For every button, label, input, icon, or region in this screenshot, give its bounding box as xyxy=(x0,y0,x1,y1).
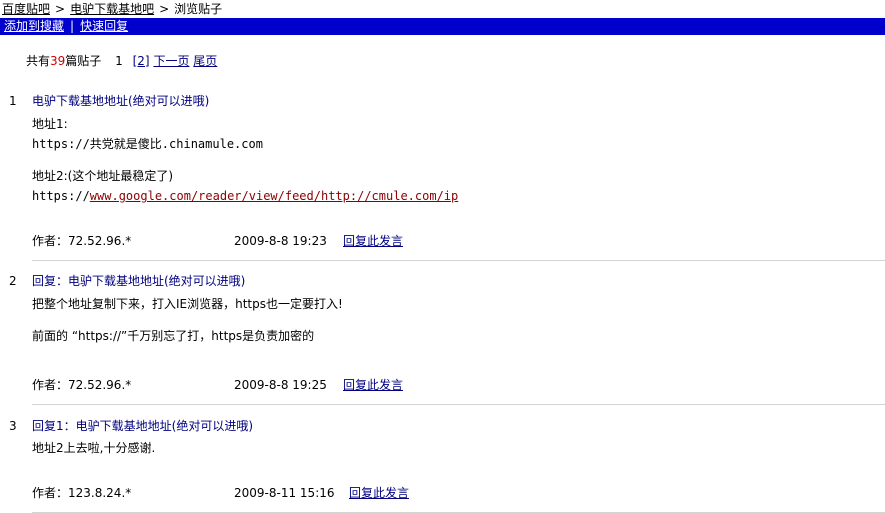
post-date: 2009-8-8 19:25 xyxy=(234,378,327,392)
post-author: 作者：123.8.24.* xyxy=(32,486,132,500)
post-number: 2 xyxy=(9,274,17,288)
post-line: https://共党就是傻比.chinamule.com xyxy=(32,137,263,151)
post-count-suffix: 篇贴子 xyxy=(65,54,102,68)
post-title: 回复：电驴下载基地地址(绝对可以进哦) xyxy=(32,274,246,288)
reply-link[interactable]: 回复此发言 xyxy=(343,377,403,393)
post-divider xyxy=(32,404,885,405)
breadcrumb-link-forum[interactable]: 电驴下载基地吧 xyxy=(70,2,154,16)
toolbar-separator: | xyxy=(70,19,75,33)
post-divider xyxy=(32,260,885,261)
add-bookmark-link[interactable]: 添加到搜藏 xyxy=(4,19,64,33)
post-body: 地址1: https://共党就是傻比.chinamule.com 地址2:(这… xyxy=(32,114,458,206)
post-count-prefix: 共有 xyxy=(26,54,51,68)
breadcrumb-separator: > xyxy=(55,2,66,16)
current-page: 1 xyxy=(115,54,123,68)
next-page-link[interactable]: 下一页 xyxy=(153,54,189,68)
post-body: 把整个地址复制下来，打入IE浏览器，https也一定要打入! 前面的 “http… xyxy=(32,294,343,346)
post-line: 地址2:(这个地址最稳定了) xyxy=(32,169,174,183)
post-meta: 作者：123.8.24.* 2009-8-11 15:16 回复此发言 xyxy=(32,485,409,501)
link-prefix: https:// xyxy=(32,189,90,203)
post-meta: 作者：72.52.96.* 2009-8-8 19:23 回复此发言 xyxy=(32,233,403,249)
post-date: 2009-8-8 19:23 xyxy=(234,234,327,248)
breadcrumb: 百度贴吧 > 电驴下载基地吧 > 浏览贴子 xyxy=(2,1,222,17)
post-title: 电驴下载基地地址(绝对可以进哦) xyxy=(32,94,210,108)
post-meta: 作者：72.52.96.* 2009-8-8 19:25 回复此发言 xyxy=(32,377,403,393)
breadcrumb-current: 浏览贴子 xyxy=(174,2,223,16)
post-line: 把整个地址复制下来，打入IE浏览器，https也一定要打入! xyxy=(32,297,343,311)
post-date: 2009-8-11 15:16 xyxy=(234,486,335,500)
page-2-link[interactable]: [2] xyxy=(133,54,150,68)
post-title: 回复1：电驴下载基地地址(绝对可以进哦) xyxy=(32,419,253,433)
post-line: 地址2上去啦,十分感谢. xyxy=(32,441,156,455)
pager: 共有39篇贴子 1 [2] 下一页 尾页 xyxy=(26,53,217,69)
post-author: 作者：72.52.96.* xyxy=(32,234,132,248)
post-line: 地址1: xyxy=(32,117,68,131)
last-page-link[interactable]: 尾页 xyxy=(193,54,217,68)
reply-link[interactable]: 回复此发言 xyxy=(343,233,403,249)
post-number: 3 xyxy=(9,419,17,433)
quick-reply-link[interactable]: 快速回复 xyxy=(80,19,128,33)
post-count: 39 xyxy=(50,54,66,68)
action-bar: 添加到搜藏 | 快速回复 xyxy=(0,18,885,35)
breadcrumb-link-tieba[interactable]: 百度贴吧 xyxy=(2,2,50,16)
post-author: 作者：72.52.96.* xyxy=(32,378,132,392)
feed-link[interactable]: www.google.com/reader/view/feed/http://c… xyxy=(90,189,458,203)
post-body: 地址2上去啦,十分感谢. xyxy=(32,438,155,458)
breadcrumb-separator: > xyxy=(159,2,170,16)
post-line: 前面的 “https://”千万别忘了打，https是负责加密的 xyxy=(32,329,315,343)
reply-link[interactable]: 回复此发言 xyxy=(349,485,409,501)
post-number: 1 xyxy=(9,94,17,108)
